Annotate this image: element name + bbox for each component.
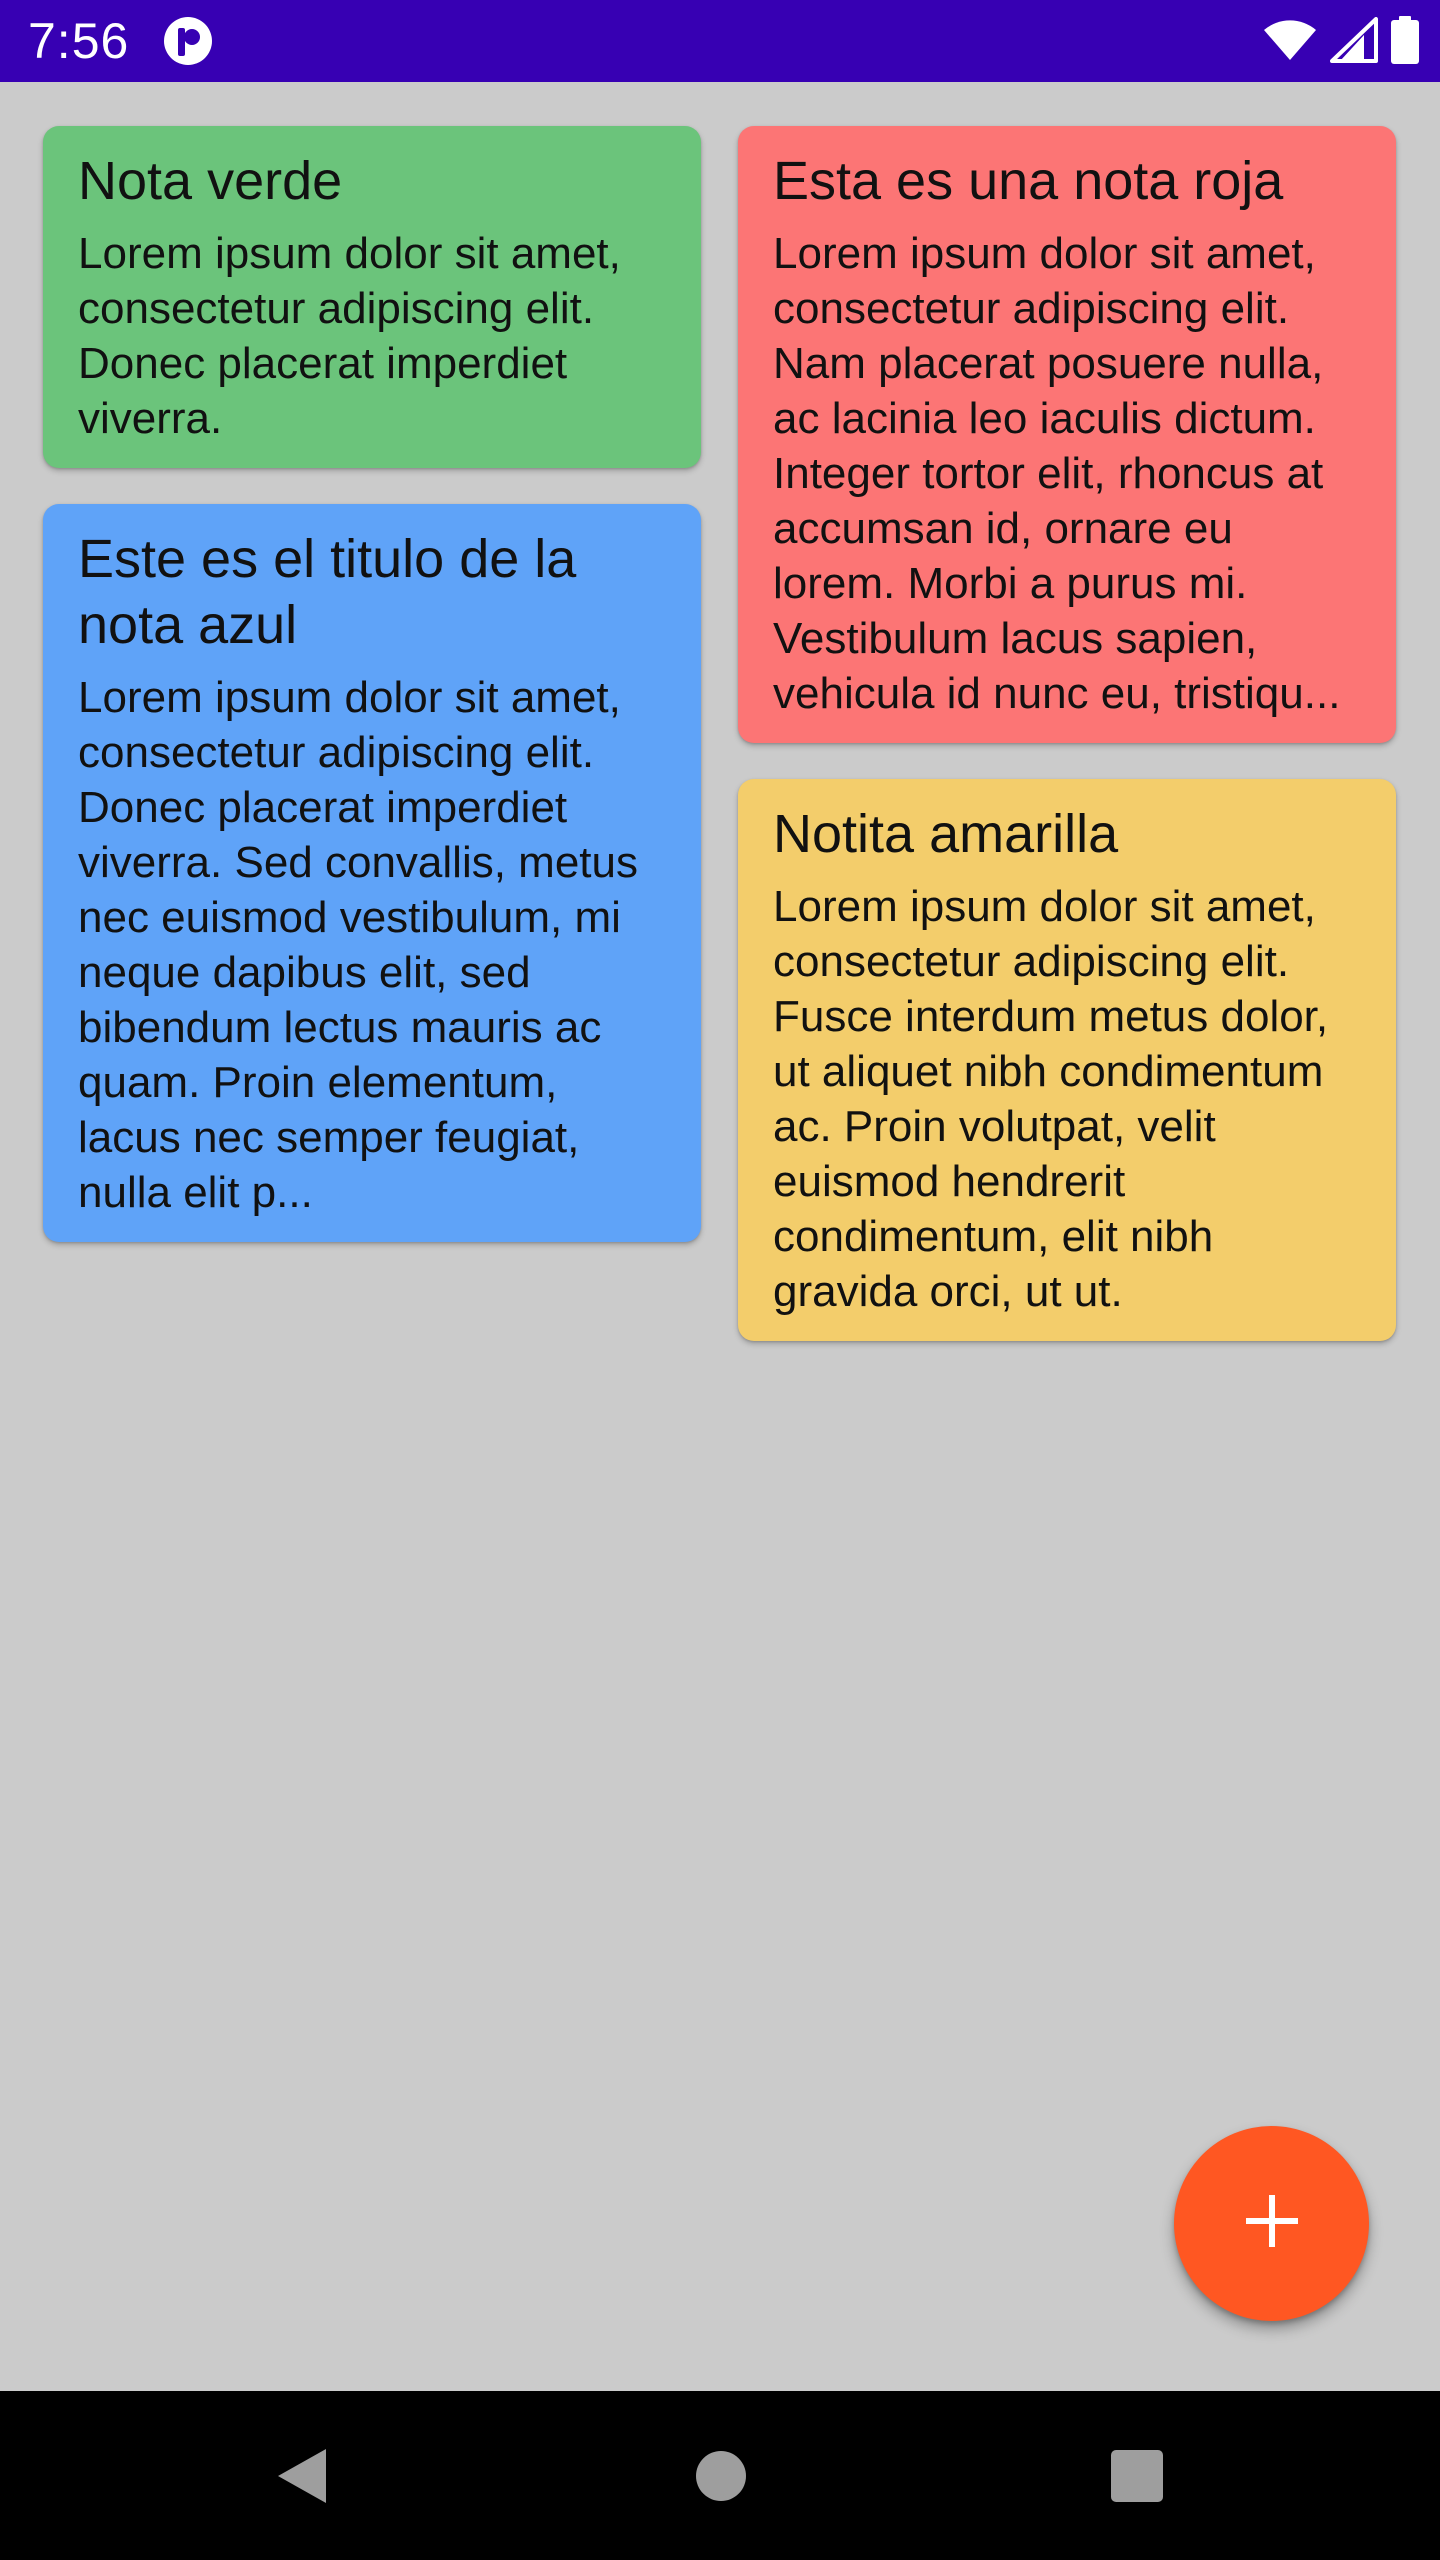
note-title: Esta es una nota roja (773, 151, 1284, 211)
note-title: Notita amarilla (773, 804, 1119, 864)
notes-column-right: Esta es una nota roja Lorem ipsum dolor … (738, 126, 1396, 1341)
note-body: Lorem ipsum dolor sit amet, consectetur … (773, 229, 1341, 718)
status-bar: 7:56 (0, 0, 1440, 82)
note-title: Este es el titulo de la nota azul (78, 529, 577, 655)
note-card-blue[interactable]: Este es el titulo de la nota azul Lorem … (43, 504, 701, 1242)
home-button[interactable] (688, 2443, 754, 2509)
home-icon (688, 2451, 754, 2513)
plus-icon (1244, 2193, 1300, 2254)
status-icons (1262, 15, 1420, 69)
note-card-yellow[interactable]: Notita amarilla Lorem ipsum dolor sit am… (738, 779, 1396, 1341)
status-time: 7:56 (28, 13, 130, 69)
note-body: Lorem ipsum dolor sit amet, consectetur … (773, 882, 1329, 1316)
recents-icon (1104, 2450, 1170, 2513)
note-body: Lorem ipsum dolor sit amet, consectetur … (78, 673, 638, 1217)
note-card-green[interactable]: Nota verde Lorem ipsum dolor sit amet, c… (43, 126, 701, 468)
recents-button[interactable] (1104, 2443, 1170, 2509)
notification-app-icon (163, 16, 213, 66)
notes-column-left: Nota verde Lorem ipsum dolor sit amet, c… (43, 126, 701, 1242)
note-title: Nota verde (78, 151, 343, 211)
cellular-signal-icon (1330, 16, 1378, 68)
battery-icon (1390, 15, 1420, 69)
wifi-icon (1262, 18, 1318, 67)
note-body: Lorem ipsum dolor sit amet, consectetur … (78, 229, 621, 443)
back-button[interactable] (268, 2443, 334, 2509)
add-note-button[interactable] (1174, 2126, 1369, 2321)
notes-grid: Nota verde Lorem ipsum dolor sit amet, c… (0, 82, 1440, 2391)
back-icon (268, 2449, 334, 2513)
navigation-bar (0, 2391, 1440, 2560)
note-card-red[interactable]: Esta es una nota roja Lorem ipsum dolor … (738, 126, 1396, 743)
